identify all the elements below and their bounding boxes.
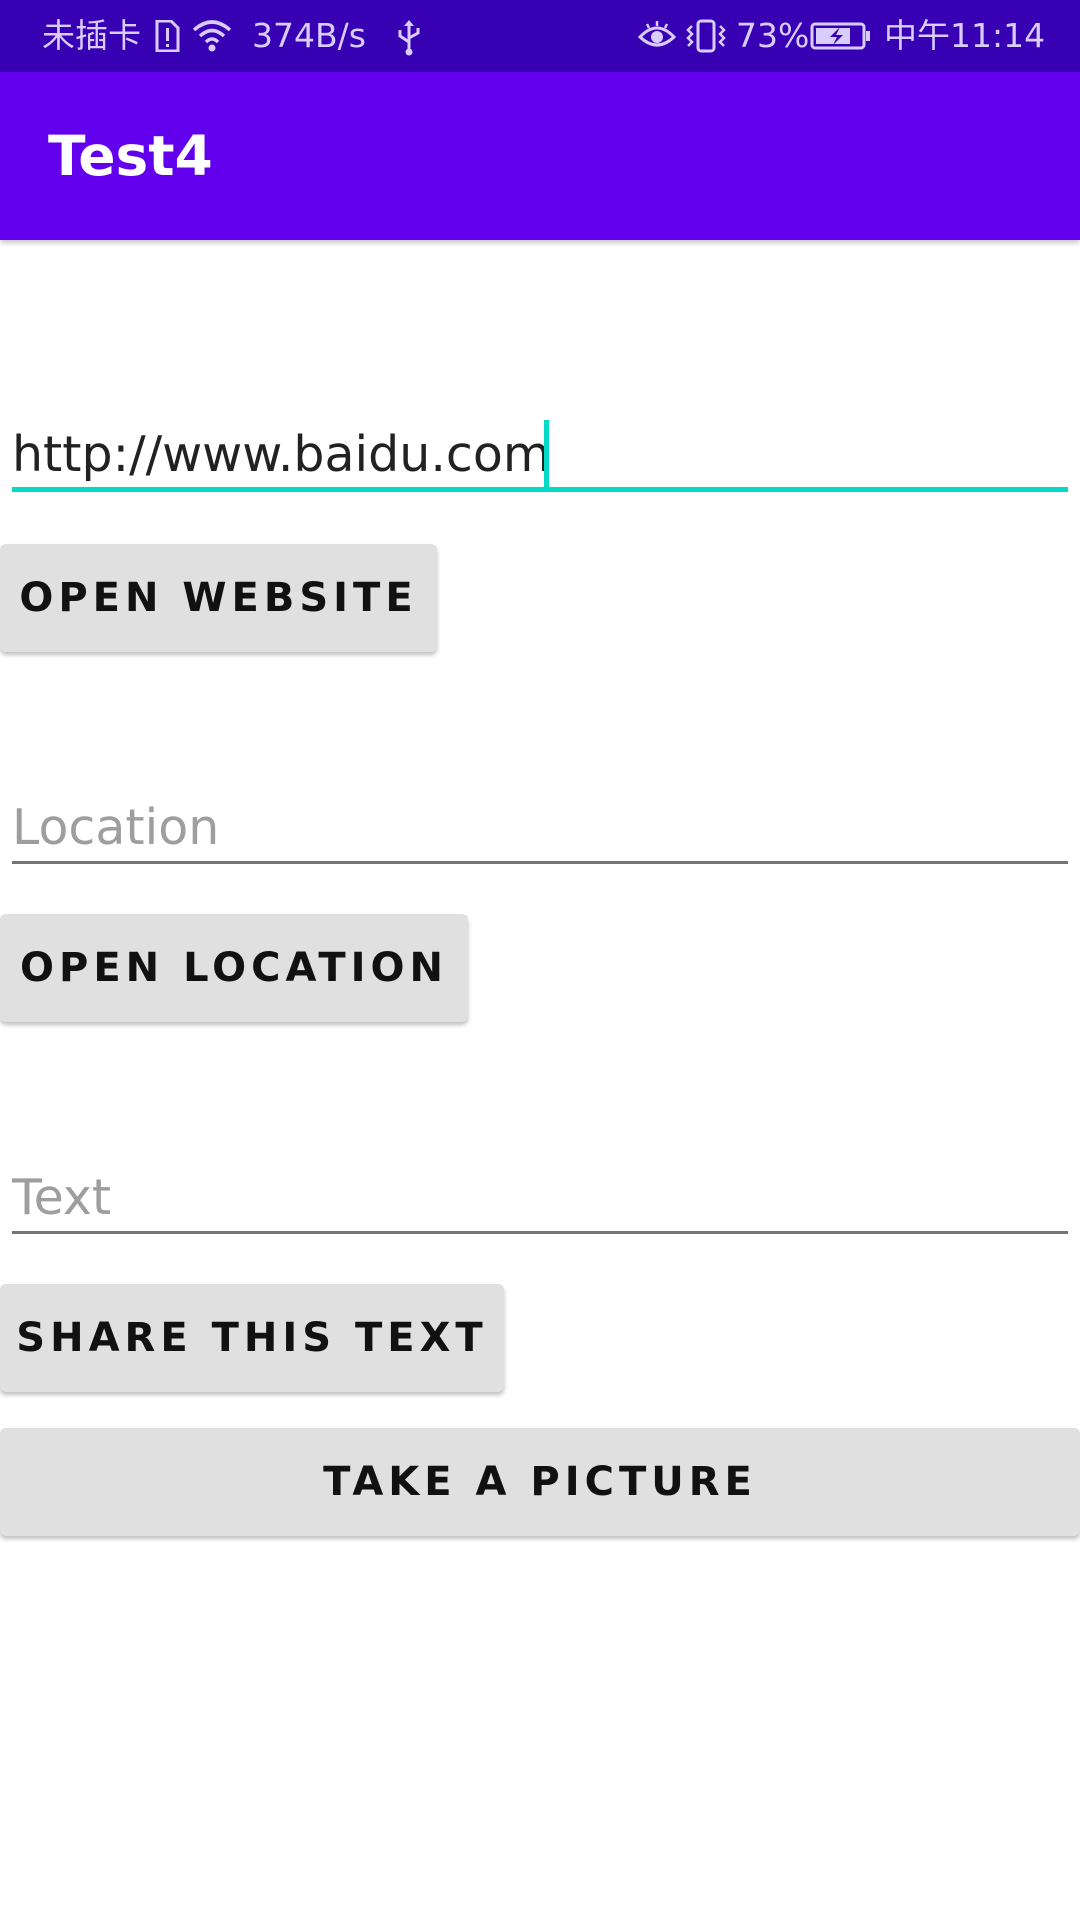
status-bar: 未插卡 374B/s 73% 中午11:14 [0, 0, 1080, 72]
share-text-button[interactable]: SHARE THIS TEXT [0, 1284, 504, 1392]
app-title: Test4 [48, 124, 213, 188]
open-website-button[interactable]: OPEN WEBSITE [0, 544, 437, 652]
vibrate-icon [686, 18, 726, 54]
usb-icon [396, 18, 422, 56]
location-input[interactable] [12, 794, 1068, 864]
network-speed-text: 374B/s [252, 16, 366, 55]
website-url-input[interactable] [12, 422, 1068, 492]
open-location-button[interactable]: OPEN LOCATION [0, 914, 468, 1022]
battery-charging-icon [810, 22, 872, 50]
clock-text: 中午11:14 [884, 16, 1046, 55]
text-cursor [544, 420, 549, 492]
take-picture-button[interactable]: TAKE A PICTURE [0, 1428, 1080, 1536]
app-bar: Test4 [0, 72, 1080, 240]
eye-icon [638, 20, 676, 52]
sim-alert-icon [154, 20, 180, 52]
battery-percent-text: 73% [736, 16, 810, 55]
wifi-icon [192, 18, 232, 54]
carrier-text: 未插卡 [42, 16, 141, 55]
share-text-input[interactable] [12, 1164, 1068, 1234]
